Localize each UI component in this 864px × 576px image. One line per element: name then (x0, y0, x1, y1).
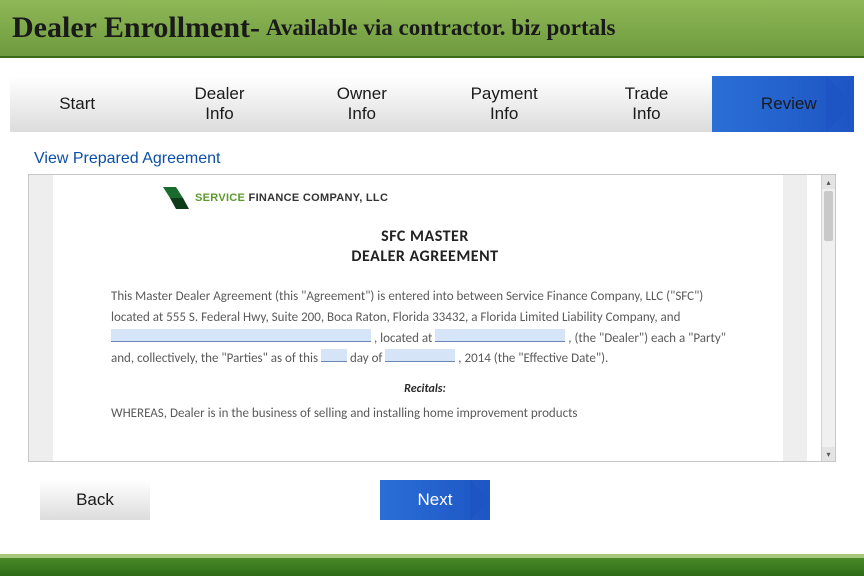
document-paragraph-1: This Master Dealer Agreement (this "Agre… (111, 287, 739, 370)
document-scrollbar[interactable]: ▴ ▾ (821, 175, 835, 461)
footer (0, 554, 864, 576)
page-subtitle: Available via contractor. biz portals (266, 15, 615, 41)
agreement-document-frame: SERVICE FINANCE COMPANY, LLC SFC MASTER … (28, 174, 836, 462)
dealer-address-field[interactable] (435, 329, 565, 342)
chevron-right-icon (114, 76, 170, 132)
logo-text: SERVICE FINANCE COMPANY, LLC (195, 192, 388, 204)
scroll-up-icon[interactable]: ▴ (822, 175, 835, 189)
recitals-heading: Recitals: (53, 382, 797, 396)
scroll-down-icon[interactable]: ▾ (822, 447, 835, 461)
step-label: Dealer Info (194, 84, 244, 123)
header-bar: Dealer Enrollment- Available via contrac… (0, 0, 864, 58)
logo-icon (163, 187, 189, 209)
day-field[interactable] (321, 349, 347, 362)
next-button-label: Next (418, 490, 453, 510)
step-label: Owner Info (337, 84, 387, 123)
whereas-clause: WHEREAS, Dealer is in the business of se… (111, 406, 739, 421)
step-start[interactable]: Start (10, 76, 142, 132)
view-agreement-link[interactable]: View Prepared Agreement (0, 142, 864, 174)
doc-margin-left (29, 175, 53, 461)
back-button-label: Back (76, 490, 114, 510)
chevron-right-icon (541, 76, 597, 132)
month-field[interactable] (385, 349, 455, 362)
back-button[interactable]: Back (40, 480, 150, 520)
next-button[interactable]: Next (380, 480, 490, 520)
step-label: Payment Info (471, 84, 538, 123)
enrollment-steps: Start Dealer Info Owner Info Payment Inf… (0, 58, 864, 142)
chevron-right-icon (399, 76, 455, 132)
doc-margin-right (783, 175, 807, 461)
chevron-right-icon (257, 76, 313, 132)
chevron-left-icon (20, 480, 60, 520)
document-heading: SFC MASTER DEALER AGREEMENT (53, 227, 797, 267)
step-label: Start (59, 94, 95, 114)
nav-buttons: Back Next (0, 462, 864, 520)
chevron-right-icon (826, 76, 864, 132)
step-label: Trade Info (625, 84, 669, 123)
scroll-thumb[interactable] (824, 191, 833, 241)
step-label: Review (761, 94, 817, 114)
page-title: Dealer Enrollment- (12, 11, 260, 45)
chevron-right-icon (470, 480, 510, 520)
company-logo: SERVICE FINANCE COMPANY, LLC (163, 187, 797, 209)
agreement-document: SERVICE FINANCE COMPANY, LLC SFC MASTER … (29, 175, 821, 461)
chevron-right-icon (684, 76, 740, 132)
dealer-name-field[interactable] (111, 329, 371, 342)
